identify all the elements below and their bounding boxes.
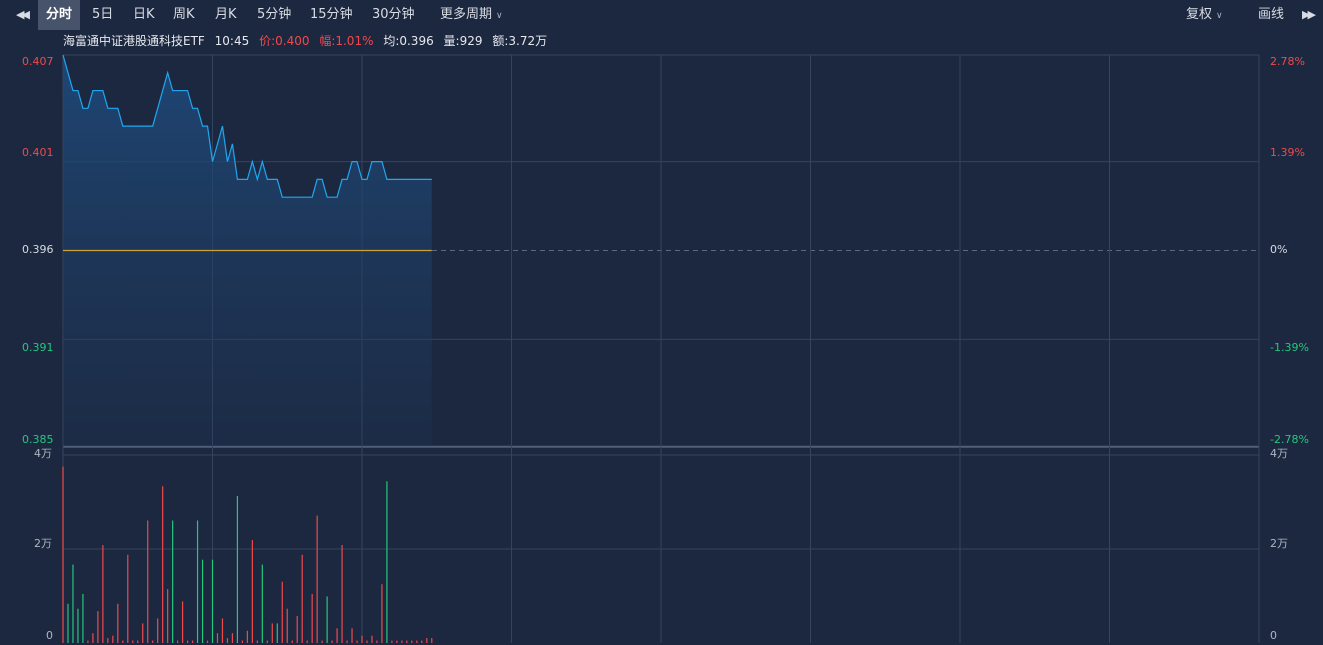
left-tick-1: 0.401 [22, 146, 54, 159]
volume-bars [62, 466, 433, 643]
vol-right-tick-0: 4万 [1270, 447, 1288, 460]
vol-left-tick-2: 0 [46, 629, 53, 642]
right-tick-3: -1.39% [1270, 341, 1309, 354]
right-tick-1: 1.39% [1270, 146, 1305, 159]
right-tick-2: 0% [1270, 243, 1288, 256]
right-tick-4: -2.78% [1270, 433, 1309, 446]
left-tick-0: 0.407 [22, 55, 54, 68]
left-tick-2: 0.396 [22, 243, 54, 256]
vol-left-tick-0: 4万 [34, 447, 52, 460]
vol-right-tick-2: 0 [1270, 629, 1277, 642]
left-tick-4: 0.385 [22, 433, 54, 446]
intraday-chart[interactable] [0, 0, 1323, 645]
left-tick-3: 0.391 [22, 341, 54, 354]
vol-right-tick-1: 2万 [1270, 537, 1288, 550]
right-tick-0: 2.78% [1270, 55, 1305, 68]
vol-left-tick-1: 2万 [34, 537, 52, 550]
